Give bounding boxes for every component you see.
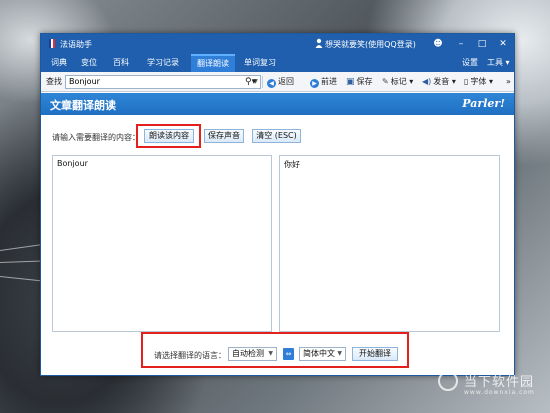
mark-button[interactable]: ✎ 标记 ▾ (382, 72, 413, 92)
section-title: 文章翻译朗读 (50, 99, 116, 112)
save-audio-button[interactable]: 保存声音 (204, 129, 244, 143)
toolbar: 查找 Bonjour ▼ ⚲▾ ◀ 返回 ▶ 前进 ▣ 保存 ✎ 标记 ▾ ◀) 发音 ▾… (41, 72, 514, 92)
clear-button[interactable]: 清空 (ESC) (252, 129, 301, 143)
divider (262, 76, 263, 88)
app-title: 法语助手 (60, 40, 92, 49)
pronounce-button[interactable]: ◀) 发音 ▾ (422, 72, 456, 92)
app-window: 法语助手 想哭就要笑(使用QQ登录) ☻ – □ ✕ 词典 变位 百科 学习记录… (40, 33, 515, 376)
minimize-button[interactable]: – (454, 37, 468, 51)
tab-conjugation[interactable]: 变位 (77, 54, 101, 72)
save-icon: ▣ (346, 77, 355, 87)
user-icon (315, 38, 323, 48)
skin-icon[interactable]: ☻ (431, 37, 445, 51)
tab-bar: 词典 变位 百科 学习记录 翻译朗读 单词复习 设置 工具 ▾ (41, 54, 514, 72)
tab-history[interactable]: 学习记录 (143, 54, 183, 72)
highlight-box (141, 332, 409, 368)
app-logo-icon (49, 39, 55, 48)
highlight-box (136, 124, 201, 148)
bookmark-icon: ✎ (382, 77, 389, 86)
close-button[interactable]: ✕ (496, 37, 510, 51)
search-icon[interactable]: ⚲▾ (245, 72, 256, 92)
tab-translate-read[interactable]: 翻译朗读 (191, 54, 235, 72)
maximize-button[interactable]: □ (475, 37, 489, 51)
tools-menu[interactable]: 工具 ▾ (487, 54, 510, 72)
forward-button[interactable]: ▶ 前进 (310, 72, 337, 92)
watermark-logo-icon (438, 371, 458, 391)
translation-text-area[interactable]: 你好 (279, 155, 500, 332)
watermark-url: www.downxia.com (464, 389, 535, 396)
input-prompt: 请输入需要翻译的内容： (52, 133, 140, 142)
back-icon: ◀ (267, 79, 276, 88)
toolbar-overflow[interactable]: » (506, 72, 511, 92)
tab-review[interactable]: 单词复习 (240, 54, 280, 72)
font-button[interactable]: ▯ 字体 ▾ (464, 72, 493, 92)
speaker-icon: ◀) (422, 77, 432, 86)
title-bar: 法语助手 想哭就要笑(使用QQ登录) ☻ – □ ✕ (41, 34, 514, 54)
watermark-text: 当下软件园 (464, 375, 535, 390)
source-text-area[interactable]: Bonjour (52, 155, 272, 332)
tab-dictionary[interactable]: 词典 (47, 54, 71, 72)
font-icon: ▯ (464, 77, 469, 86)
section-banner: 文章翻译朗读 Parler! (41, 93, 514, 115)
settings-menu[interactable]: 设置 (462, 54, 478, 72)
back-button[interactable]: ◀ 返回 (267, 72, 294, 92)
user-account[interactable]: 想哭就要笑(使用QQ登录) (325, 39, 416, 50)
brand-logo: Parler! (462, 97, 505, 110)
search-input[interactable]: Bonjour (65, 75, 261, 89)
tab-encyclopedia[interactable]: 百科 (109, 54, 133, 72)
forward-icon: ▶ (310, 79, 319, 88)
save-button[interactable]: ▣ 保存 (346, 72, 373, 92)
search-label: 查找 (46, 77, 62, 86)
